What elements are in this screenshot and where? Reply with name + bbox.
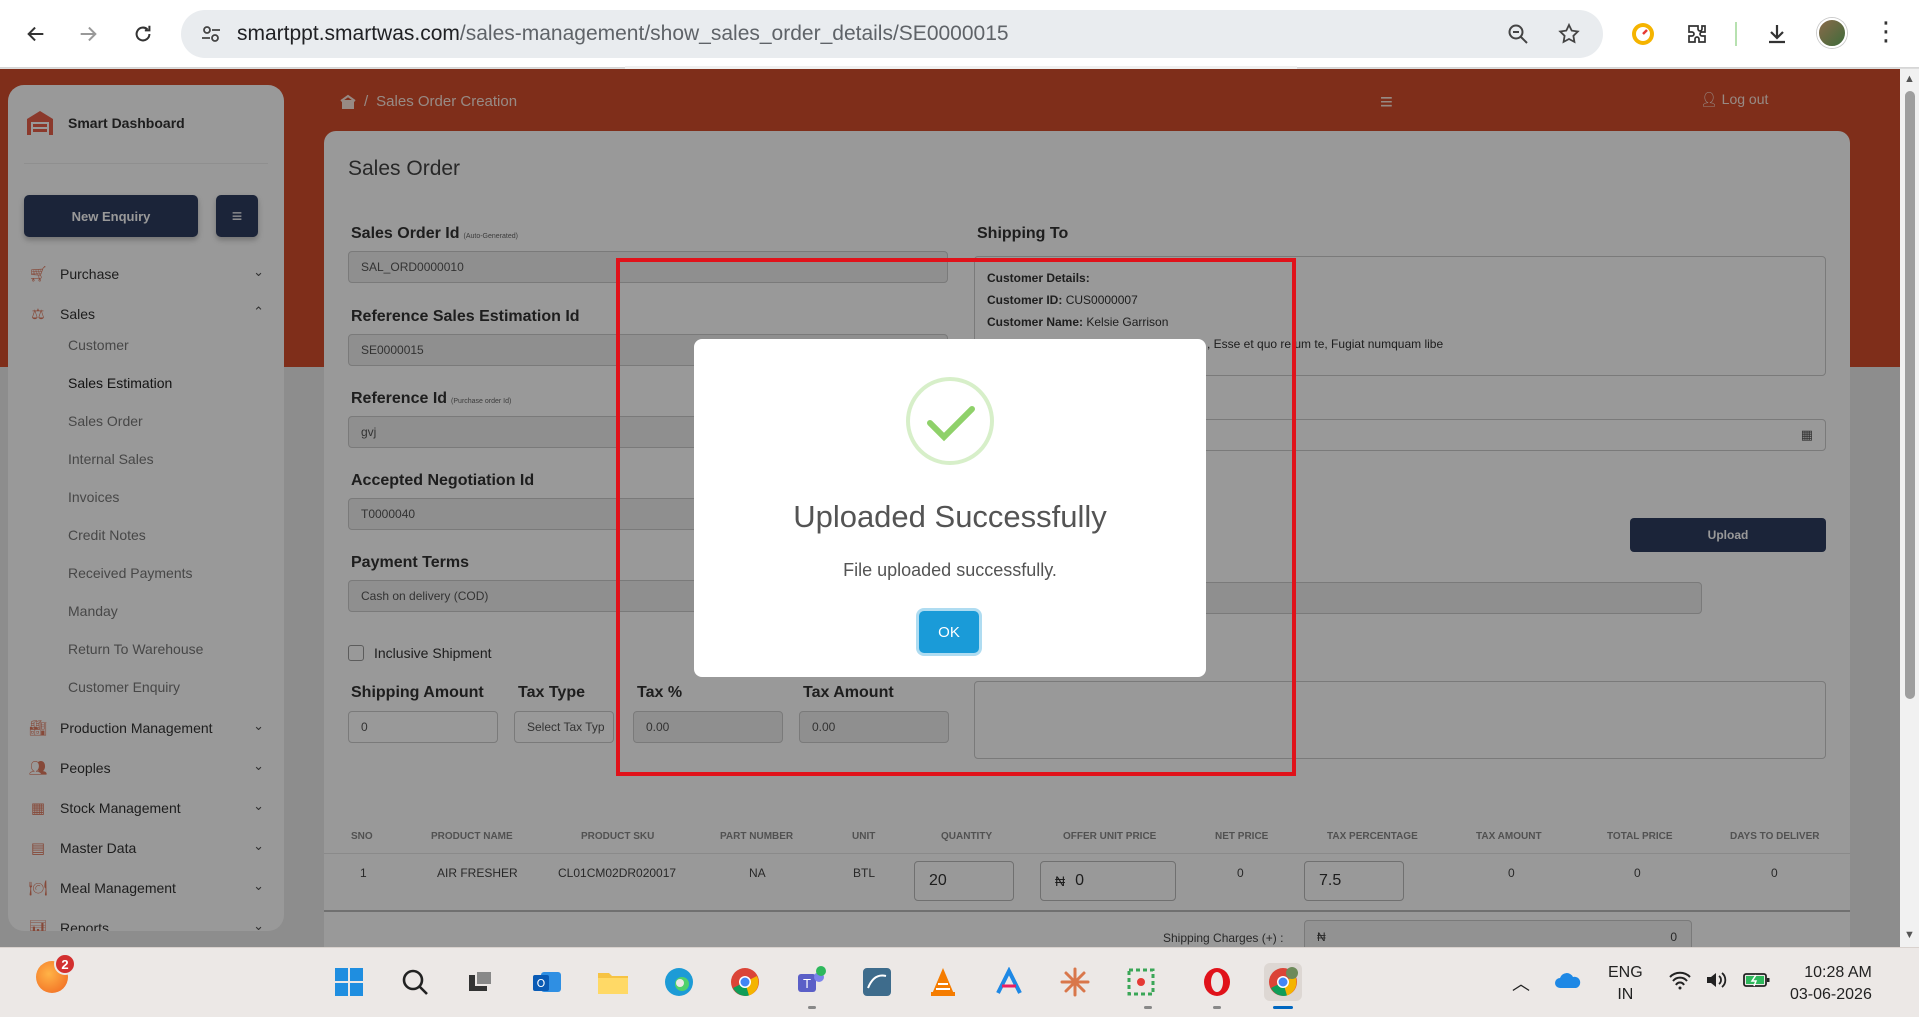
task-view-icon[interactable]: [462, 963, 500, 1001]
clock-date: 03-06-2026: [1790, 986, 1872, 1003]
arc-icon[interactable]: [990, 963, 1028, 1001]
site-info-icon[interactable]: [199, 22, 223, 46]
start-windows-icon[interactable]: [330, 963, 368, 1001]
zoom-icon[interactable]: [1506, 22, 1530, 46]
dialog-message: File uploaded successfully.: [843, 560, 1057, 580]
edge-icon[interactable]: [660, 963, 698, 1001]
show-hidden-icons-chevron-icon[interactable]: ︿: [1512, 970, 1530, 996]
toolbar-divider: [1735, 22, 1737, 46]
battery-icon[interactable]: [1742, 970, 1772, 995]
back-button[interactable]: [16, 14, 56, 54]
wifi-icon[interactable]: [1668, 970, 1692, 995]
running-indicator: [808, 1006, 816, 1009]
teams-icon[interactable]: T: [792, 963, 830, 1001]
forward-button[interactable]: [68, 14, 108, 54]
download-icon[interactable]: [1761, 18, 1793, 50]
file-explorer-icon[interactable]: [594, 963, 632, 1001]
snipping-tool-icon[interactable]: [1122, 963, 1160, 1001]
page-scrollbar[interactable]: ▲ ▼: [1900, 69, 1919, 947]
windows-taskbar: 2 O T ︿ ENG IN 10:28 AM 03-06-2026: [0, 947, 1919, 1017]
volume-icon[interactable]: [1705, 970, 1729, 995]
extensions-puzzle-icon[interactable]: [1681, 18, 1713, 50]
success-dialog: Uploaded Successfully File uploaded succ…: [694, 339, 1206, 677]
arrow-right-icon: [80, 26, 97, 42]
running-indicator: [1213, 1006, 1221, 1009]
running-indicator-active: [1273, 1006, 1293, 1009]
widgets-icon[interactable]: 2: [36, 953, 76, 993]
scrollbar-thumb[interactable]: [1905, 91, 1915, 699]
browser-toolbar: smartppt.smartwas.com/sales-management/s…: [0, 0, 1919, 69]
bookmark-star-icon[interactable]: [1557, 22, 1581, 46]
chrome-profile-icon[interactable]: [1264, 963, 1302, 1001]
system-clock[interactable]: 10:28 AM 03-06-2026: [1790, 962, 1872, 1006]
opera-icon[interactable]: [1198, 963, 1236, 1001]
clock-time: 10:28 AM: [1804, 964, 1872, 981]
search-icon[interactable]: [396, 963, 434, 1001]
url-path: /sales-management/show_sales_order_detai…: [459, 22, 1009, 45]
onedrive-cloud-icon[interactable]: [1554, 970, 1582, 995]
scroll-up-arrow-icon[interactable]: ▲: [1904, 73, 1915, 85]
dialog-title: Uploaded Successfully: [793, 499, 1107, 534]
more-menu-icon[interactable]: ⋮: [1873, 16, 1899, 47]
url-text[interactable]: smartppt.smartwas.com/sales-management/s…: [237, 22, 1009, 46]
ok-button[interactable]: OK: [919, 611, 979, 653]
language-code: ENG: [1608, 964, 1643, 981]
region-code: IN: [1617, 986, 1634, 1003]
url-host: smartppt.smartwas.com: [237, 22, 460, 45]
input-language[interactable]: ENG IN: [1608, 962, 1643, 1006]
success-check-icon: [906, 377, 994, 465]
profile-avatar[interactable]: [1817, 18, 1847, 48]
reload-icon: [135, 25, 151, 42]
arrow-left-icon: [27, 26, 44, 42]
running-indicator: [1144, 1006, 1152, 1009]
svg-text:T: T: [802, 977, 811, 991]
reload-button[interactable]: [123, 14, 163, 54]
svg-text:O: O: [537, 977, 546, 990]
outlook-icon[interactable]: O: [528, 963, 566, 1001]
address-bar[interactable]: smartppt.smartwas.com/sales-management/s…: [181, 10, 1603, 58]
mysql-workbench-icon[interactable]: [858, 963, 896, 1001]
claude-icon[interactable]: [1056, 963, 1094, 1001]
notification-badge: 2: [54, 953, 76, 975]
extension-gauge-icon[interactable]: [1627, 18, 1659, 50]
vlc-icon[interactable]: [924, 963, 962, 1001]
scroll-down-arrow-icon[interactable]: ▼: [1904, 929, 1915, 941]
chrome-icon[interactable]: [726, 963, 764, 1001]
